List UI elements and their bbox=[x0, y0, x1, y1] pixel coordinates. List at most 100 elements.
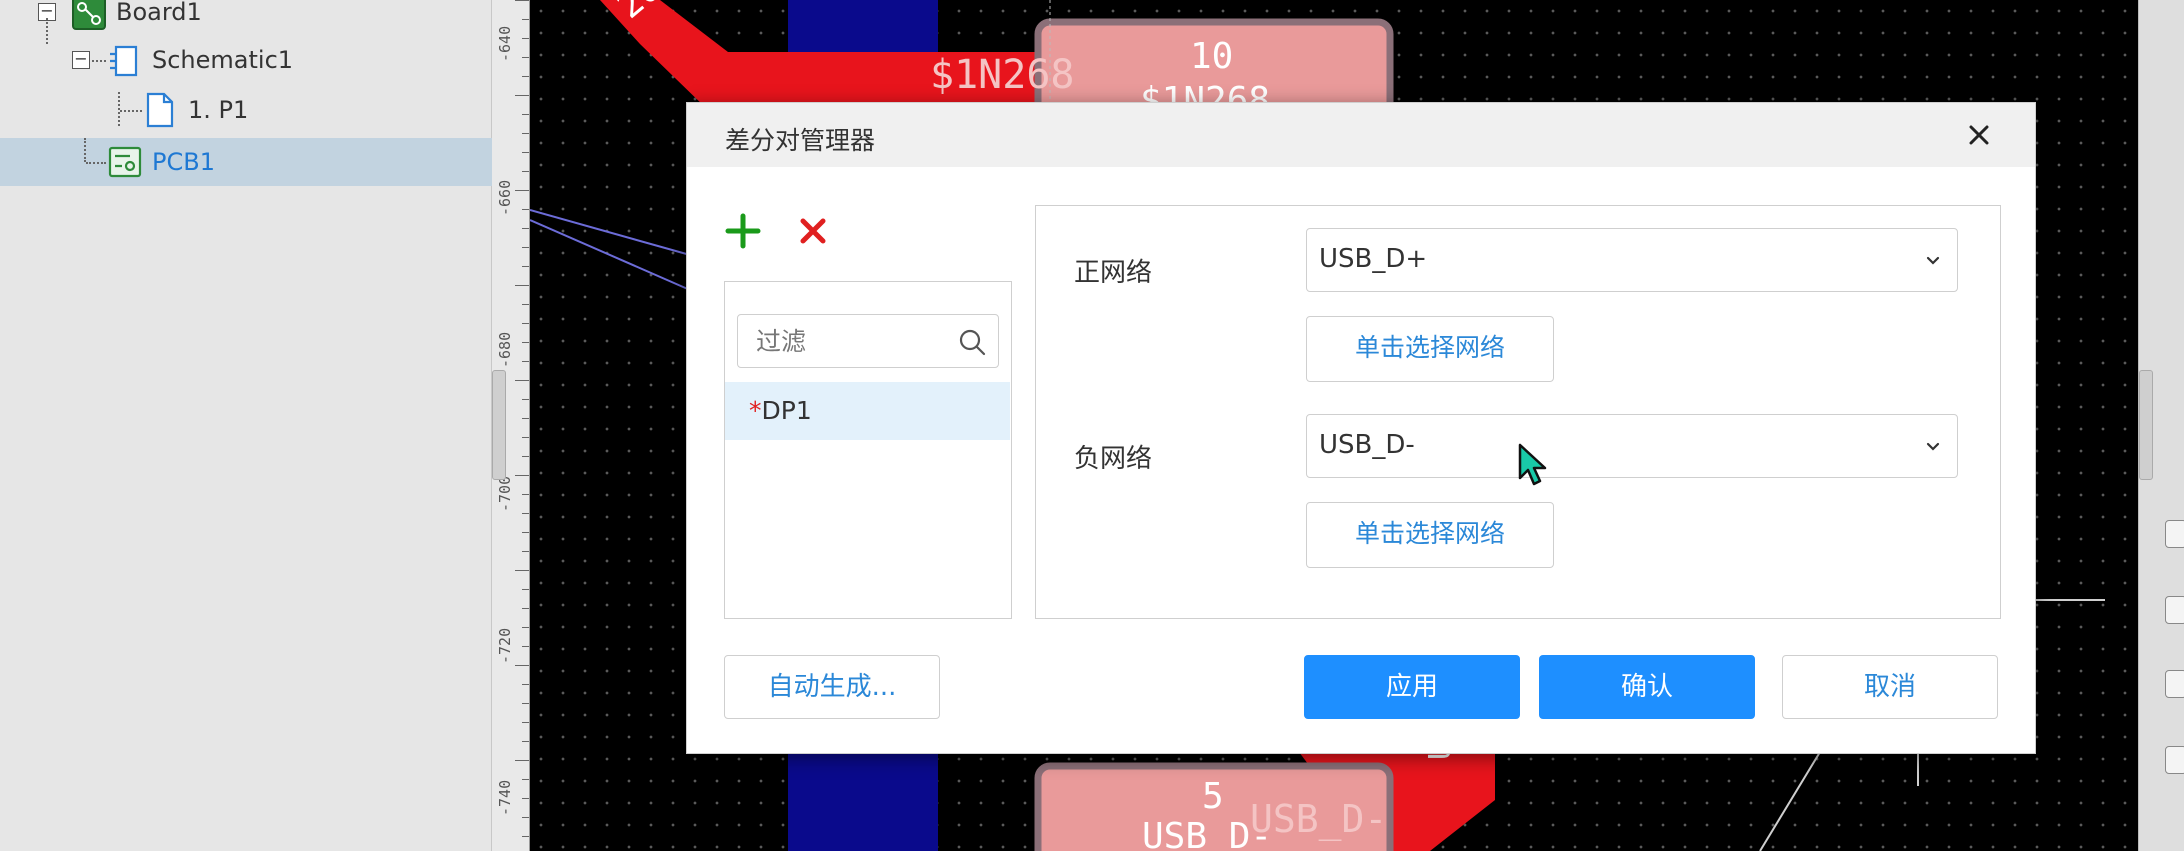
bottom-copper-trace bbox=[788, 740, 938, 851]
net-label: $1N268 bbox=[930, 52, 1075, 98]
ruler-tick bbox=[522, 342, 529, 343]
chevron-down-icon bbox=[1923, 251, 1943, 271]
positive-net-select[interactable]: USB_D+ bbox=[1306, 228, 1958, 292]
ruler-tick bbox=[515, 760, 529, 761]
ruler-label: -680 bbox=[496, 331, 514, 368]
ruler-tick bbox=[522, 266, 529, 267]
negative-net-value: USB_D- bbox=[1319, 430, 1415, 460]
pick-positive-net-button[interactable]: 单击选择网络 bbox=[1306, 316, 1554, 382]
tree-item-label: 1. P1 bbox=[188, 96, 249, 124]
apply-button[interactable]: 应用 bbox=[1304, 655, 1520, 719]
filter-input[interactable] bbox=[756, 323, 956, 359]
ruler-tick bbox=[515, 475, 529, 476]
ruler-tick bbox=[522, 418, 529, 419]
right-panel-collapse-handle[interactable] bbox=[2139, 370, 2153, 480]
ruler-label: -720 bbox=[496, 627, 514, 664]
page-icon bbox=[146, 92, 174, 134]
ruler-tick bbox=[522, 456, 529, 457]
ruler-tick bbox=[522, 133, 529, 134]
ruler-tick bbox=[522, 589, 529, 590]
pad-number: 5 bbox=[1202, 776, 1224, 817]
pick-negative-net-button[interactable]: 单击选择网络 bbox=[1306, 502, 1554, 568]
delete-pair-button[interactable] bbox=[795, 213, 831, 249]
ok-button[interactable]: 确认 bbox=[1539, 655, 1755, 719]
right-toolbar-strip bbox=[2138, 0, 2184, 851]
pad-number: 10 bbox=[1190, 36, 1233, 77]
ruler-label: -660 bbox=[496, 179, 514, 216]
ruler-tick bbox=[522, 646, 529, 647]
ruler-tick bbox=[522, 494, 529, 495]
tree-item-label: Board1 bbox=[116, 0, 202, 26]
auto-generate-button[interactable]: 自动生成... bbox=[724, 655, 940, 719]
negative-net-label: 负网络 bbox=[1074, 444, 1153, 474]
ruler-tick bbox=[515, 0, 529, 1]
ruler-tick bbox=[515, 95, 529, 96]
ruler-tick bbox=[515, 285, 529, 286]
ruler-tick bbox=[522, 627, 529, 628]
ruler-tick bbox=[522, 114, 529, 115]
collapse-icon[interactable]: − bbox=[72, 51, 90, 69]
ruler-tick bbox=[522, 38, 529, 39]
ratsnest-line bbox=[530, 219, 691, 291]
ruler-tick bbox=[515, 570, 529, 571]
ruler-tick bbox=[515, 665, 529, 666]
ruler-tick bbox=[522, 76, 529, 77]
required-mark: * bbox=[749, 396, 762, 425]
close-icon[interactable] bbox=[1961, 117, 1997, 153]
ruler-tick bbox=[522, 247, 529, 248]
toolbar-toggle[interactable] bbox=[2165, 746, 2184, 774]
tree-item-board1[interactable]: − Board1 bbox=[0, 0, 492, 34]
toolbar-toggle[interactable] bbox=[2165, 596, 2184, 624]
cancel-button[interactable]: 取消 bbox=[1782, 655, 1998, 719]
ratsnest-line bbox=[530, 209, 691, 256]
ruler-tick bbox=[522, 703, 529, 704]
chevron-down-icon bbox=[1923, 437, 1943, 457]
ruler-tick bbox=[522, 57, 529, 58]
pcb-icon bbox=[108, 146, 142, 184]
tree-item-pcb1[interactable]: PCB1 bbox=[0, 138, 492, 186]
negative-net-select[interactable]: USB_D- bbox=[1306, 414, 1958, 478]
ruler-tick bbox=[522, 798, 529, 799]
pair-name: DP1 bbox=[761, 396, 812, 425]
tree-item-page-p1[interactable]: 1. P1 bbox=[0, 88, 492, 132]
ruler-tick bbox=[522, 399, 529, 400]
pair-list-item[interactable]: *DP1 bbox=[725, 382, 1010, 440]
ruler-tick bbox=[522, 532, 529, 533]
ruler-tick bbox=[515, 190, 529, 191]
ratsnest-line bbox=[1759, 751, 1821, 851]
filter-field[interactable] bbox=[737, 314, 999, 368]
ruler-tick bbox=[522, 817, 529, 818]
ruler-label: -740 bbox=[496, 779, 514, 816]
ruler-tick bbox=[522, 551, 529, 552]
tree-item-label: PCB1 bbox=[152, 148, 215, 176]
ruler-label: -640 bbox=[496, 25, 514, 62]
plus-icon bbox=[725, 213, 761, 249]
left-panel-collapse-handle[interactable] bbox=[492, 370, 506, 480]
schematic-icon bbox=[108, 44, 140, 84]
toolbar-toggle[interactable] bbox=[2165, 670, 2184, 698]
ruler-tick bbox=[522, 608, 529, 609]
board-icon bbox=[72, 0, 106, 36]
ruler-tick bbox=[522, 228, 529, 229]
ruler-tick bbox=[522, 19, 529, 20]
pair-list-panel: *DP1 bbox=[724, 281, 1012, 619]
dialog-header: 差分对管理器 bbox=[687, 103, 2035, 167]
net-label: USB_D- bbox=[1250, 797, 1387, 842]
search-icon[interactable] bbox=[958, 328, 986, 356]
ruler-tick bbox=[522, 171, 529, 172]
positive-net-value: USB_D+ bbox=[1319, 244, 1428, 274]
toolbar-toggle[interactable] bbox=[2165, 520, 2184, 548]
add-pair-button[interactable] bbox=[723, 211, 763, 251]
delete-icon bbox=[800, 218, 826, 244]
tree-item-schematic1[interactable]: − Schematic1 bbox=[0, 18, 492, 84]
ruler-tick bbox=[522, 209, 529, 210]
ruler-tick bbox=[522, 779, 529, 780]
ruler-tick bbox=[522, 437, 529, 438]
ruler-tick bbox=[522, 152, 529, 153]
project-tree: − Board1 − Schematic1 1. P1 PCB1 bbox=[0, 0, 492, 851]
tree-item-label: Schematic1 bbox=[152, 46, 294, 74]
mouse-cursor-icon bbox=[1517, 442, 1551, 488]
ruler-label: -700 bbox=[496, 475, 514, 512]
ruler-tick bbox=[522, 323, 529, 324]
ruler-tick bbox=[522, 722, 529, 723]
